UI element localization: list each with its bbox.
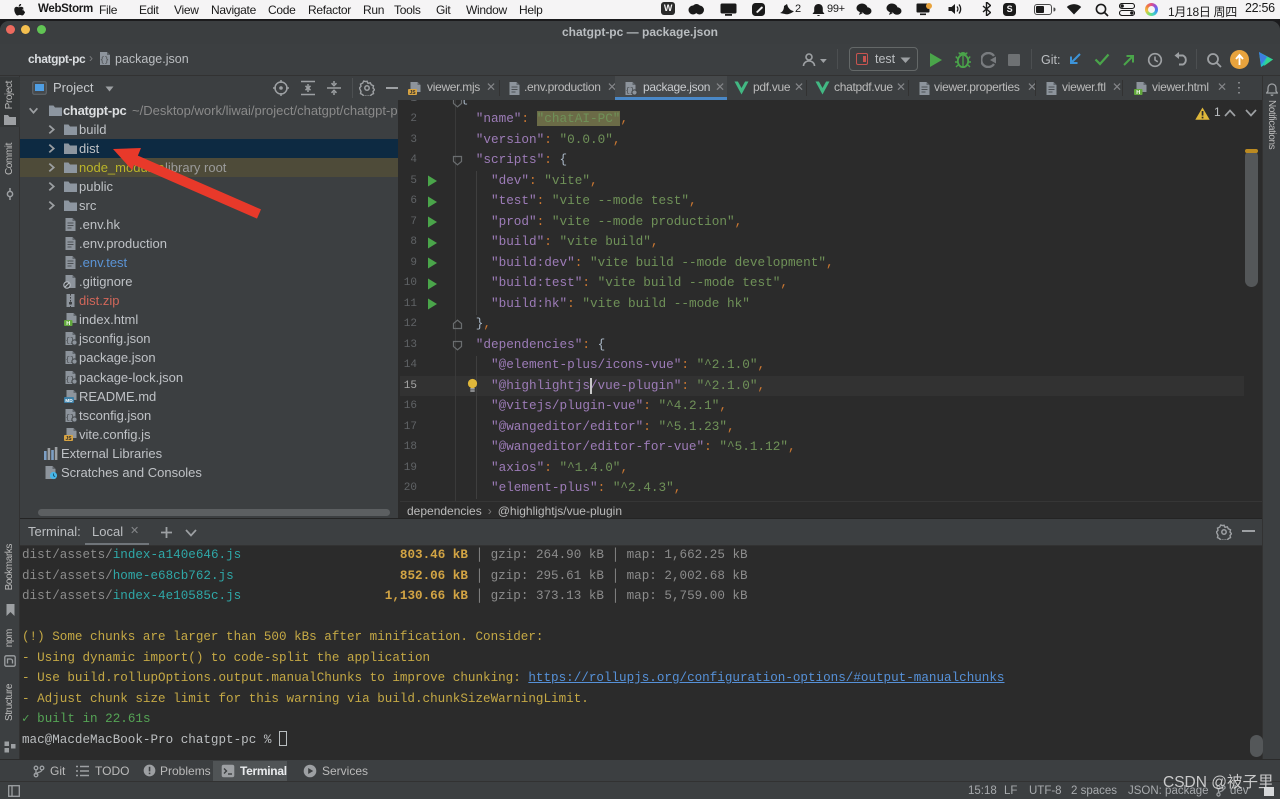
- svg-text:{}: {}: [100, 57, 109, 65]
- svg-text:JS: JS: [409, 90, 416, 96]
- svg-text:JS: JS: [65, 436, 72, 442]
- svg-text:H: H: [1136, 90, 1140, 96]
- svg-text:MD: MD: [65, 398, 73, 404]
- svg-text:H: H: [66, 321, 70, 327]
